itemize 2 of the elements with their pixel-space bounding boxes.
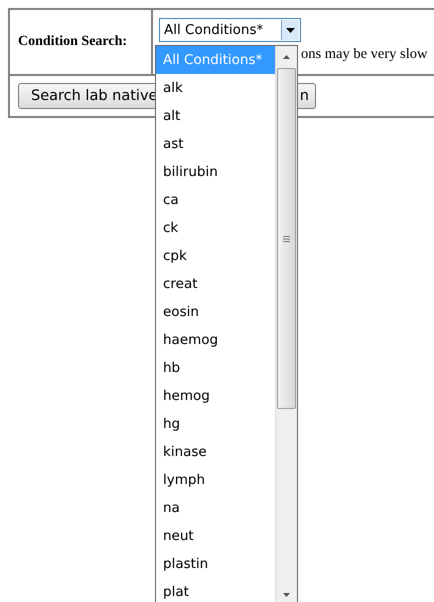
hint-text: ons may be very slow	[301, 46, 428, 62]
field-label: Condition Search:	[18, 34, 128, 49]
